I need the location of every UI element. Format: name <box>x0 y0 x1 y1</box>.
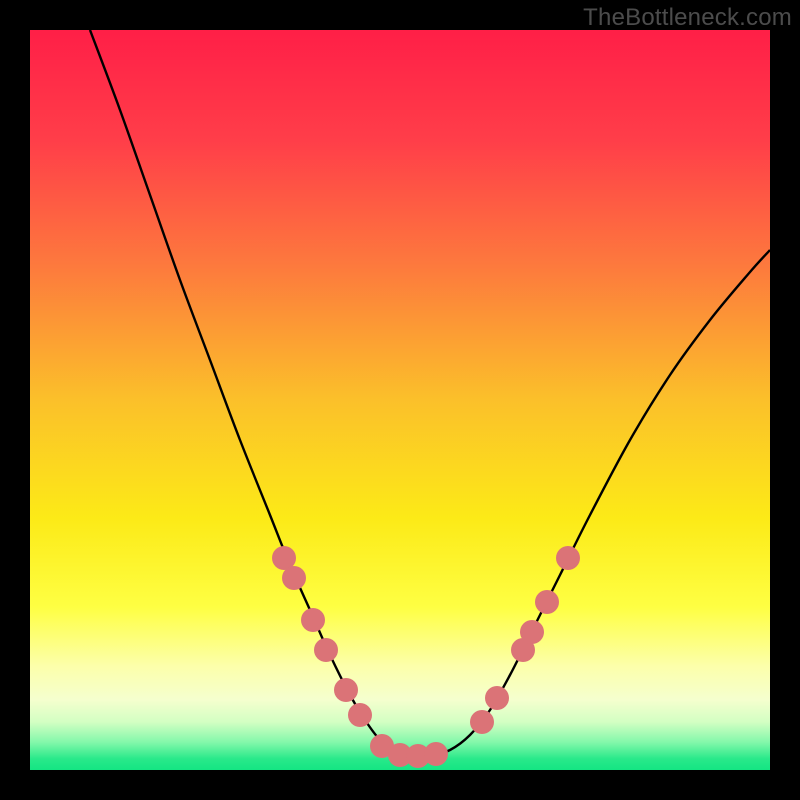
data-dot <box>348 703 372 727</box>
data-dot <box>535 590 559 614</box>
data-dot <box>485 686 509 710</box>
gradient-background <box>30 30 770 770</box>
watermark-label: TheBottleneck.com <box>583 4 792 32</box>
chart-frame <box>30 30 770 770</box>
data-dot <box>301 608 325 632</box>
data-dot <box>282 566 306 590</box>
data-dot <box>556 546 580 570</box>
data-dot <box>314 638 338 662</box>
data-dot <box>470 710 494 734</box>
data-dot <box>334 678 358 702</box>
data-dot <box>520 620 544 644</box>
bottleneck-chart <box>30 30 770 770</box>
data-dot <box>424 742 448 766</box>
